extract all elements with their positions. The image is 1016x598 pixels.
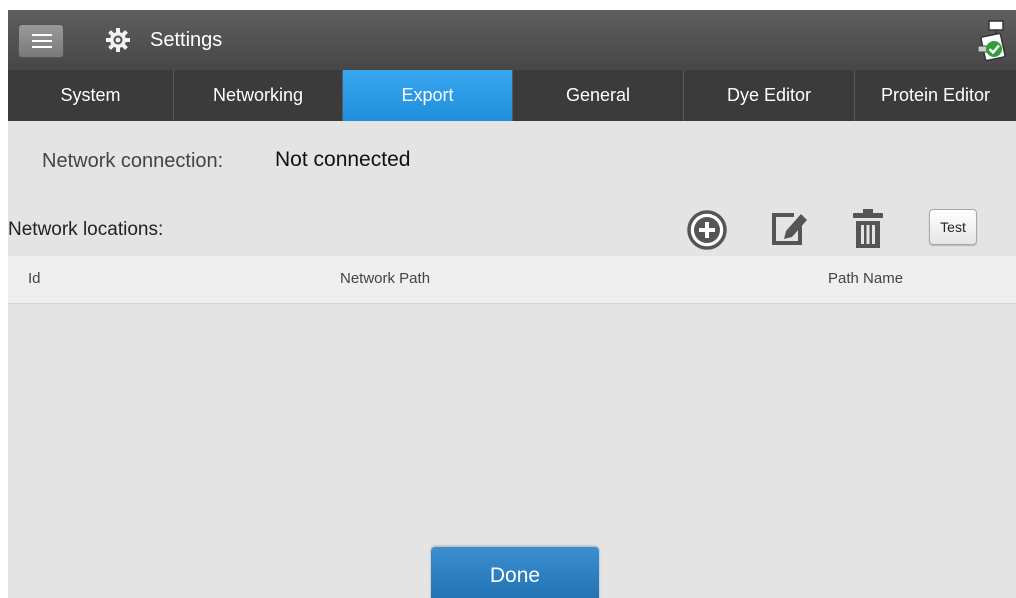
- done-button[interactable]: Done: [431, 547, 599, 598]
- tab-general[interactable]: General: [513, 70, 684, 121]
- tab-dye-editor[interactable]: Dye Editor: [684, 70, 855, 121]
- network-connection-label: Network connection:: [42, 150, 224, 172]
- gear-icon: [106, 28, 130, 52]
- settings-screen: Settings System Networking Export Genera…: [8, 10, 1016, 598]
- tab-export[interactable]: Export: [343, 70, 513, 121]
- title-bar: Settings: [8, 10, 1016, 71]
- add-circle-icon[interactable]: [686, 209, 728, 251]
- column-header-path-name[interactable]: Path Name: [828, 270, 903, 287]
- network-locations-label: Network locations:: [8, 219, 164, 240]
- trash-icon[interactable]: [852, 208, 884, 250]
- network-locations-table-body[interactable]: [8, 304, 1016, 544]
- edit-icon[interactable]: [768, 207, 810, 249]
- column-header-network-path[interactable]: Network Path: [340, 270, 430, 287]
- tab-protein-editor[interactable]: Protein Editor: [855, 70, 1016, 121]
- tab-bar: System Networking Export General Dye Edi…: [8, 70, 1016, 121]
- tab-system[interactable]: System: [8, 70, 174, 121]
- network-connection-status: Not connected: [275, 148, 411, 171]
- network-connected-icon[interactable]: [974, 20, 1006, 62]
- table-header: Id Network Path Path Name: [8, 256, 1016, 304]
- page-title: Settings: [150, 29, 223, 51]
- test-button[interactable]: Test: [929, 209, 977, 245]
- column-header-id[interactable]: Id: [28, 270, 41, 287]
- hamburger-menu-icon: [32, 34, 52, 36]
- menu-button[interactable]: [18, 24, 64, 58]
- tab-networking[interactable]: Networking: [174, 70, 343, 121]
